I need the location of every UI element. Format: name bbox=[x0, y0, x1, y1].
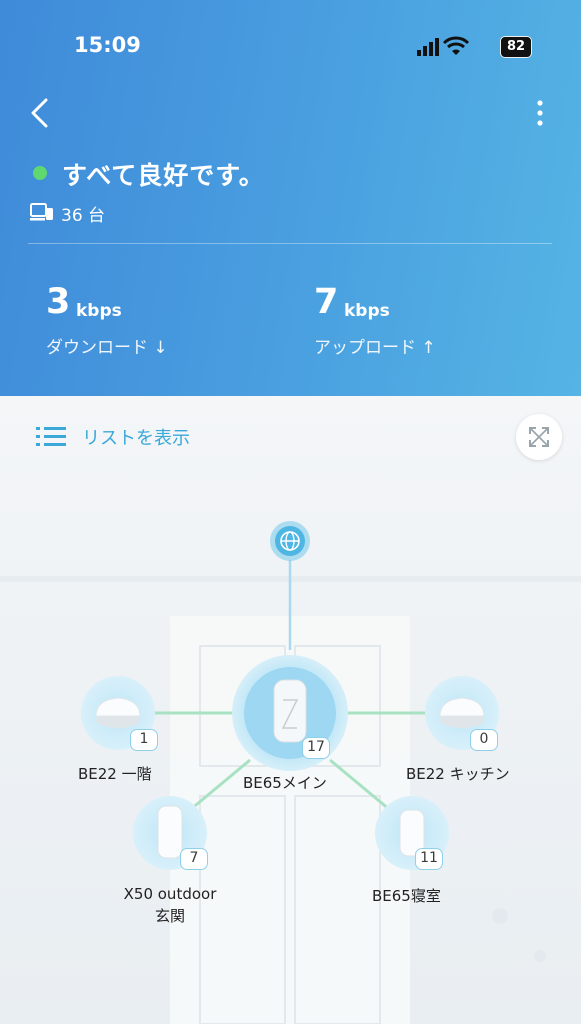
client-count-badge: 1 bbox=[130, 729, 158, 751]
client-count-badge: 7 bbox=[180, 848, 208, 870]
node-label-be65-main: BE65メイン bbox=[243, 774, 327, 792]
node-label-be22-1f: BE22 一階 bbox=[78, 765, 152, 783]
client-count-badge: 17 bbox=[302, 737, 330, 759]
node-label-x50-outdoor-line1: X50 outdoor bbox=[123, 885, 217, 903]
internet-globe-node[interactable] bbox=[270, 521, 310, 561]
router-node-be65-main[interactable] bbox=[232, 655, 348, 771]
client-count-badge: 0 bbox=[470, 729, 498, 751]
node-label-be65-bedroom: BE65寝室 bbox=[372, 887, 441, 905]
mesh-topology-diagram bbox=[81, 521, 499, 870]
node-label-x50-outdoor-line2: 玄関 bbox=[154, 907, 185, 925]
node-label-be22-kitchen: BE22 キッチン bbox=[406, 765, 510, 783]
client-count-badge: 11 bbox=[415, 848, 443, 870]
